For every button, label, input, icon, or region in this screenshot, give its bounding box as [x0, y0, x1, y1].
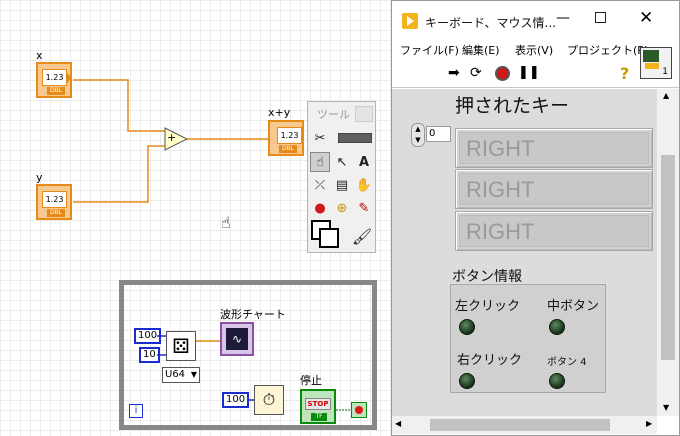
abort-icon[interactable] [495, 66, 510, 81]
scroll-down-icon[interactable]: ▼ [663, 403, 669, 412]
array-index-control[interactable]: ▲ ▼ 0 [411, 123, 453, 149]
wait-timer-icon[interactable]: ⏱ [254, 385, 284, 415]
stop-text: STOP [305, 398, 331, 410]
rep-type-value: U64 [165, 369, 186, 380]
vertical-scroll-thumb[interactable] [661, 155, 675, 360]
key-string-value: RIGHT [459, 173, 649, 205]
toolbar: ➡ ⟳ ❚❚ ? 1 [392, 47, 679, 88]
minimize-icon[interactable]: — [556, 10, 570, 26]
menu-view[interactable]: 表示(V) [515, 42, 553, 58]
random-dice-icon[interactable]: ⚄ [166, 331, 196, 361]
stop-type: TF [311, 413, 327, 421]
right-click-label: 右クリック [457, 353, 523, 368]
button4-label: ボタン 4 [547, 357, 587, 368]
key-string-2[interactable]: RIGHT [455, 211, 653, 251]
key-string-value: RIGHT [459, 215, 649, 247]
horizontal-scrollbar[interactable]: ◀ ▶ [392, 416, 657, 434]
menu-bar: ファイル(F) 編集(E) 表示(V) プロジェクト(P) [392, 39, 679, 61]
menu-file[interactable]: ファイル(F) [400, 42, 459, 58]
button-info-label: ボタン情報 [452, 269, 522, 285]
horizontal-scroll-thumb[interactable] [430, 419, 610, 431]
middle-button-led[interactable] [549, 319, 565, 335]
waveform-chart-terminal[interactable]: ∿ [220, 322, 254, 356]
block-diagram: x 1.23 DBL y 1.23 DBL + x+y 1.23 DBL ☝ ツ… [0, 0, 391, 436]
index-value[interactable]: 0 [426, 126, 451, 142]
run-arrow-icon[interactable]: ➡ [448, 65, 460, 81]
scroll-right-icon[interactable]: ▶ [646, 419, 652, 428]
left-click-label: 左クリック [455, 299, 521, 314]
vi-icon-number: 1 [662, 67, 668, 77]
help-icon[interactable]: ? [620, 64, 629, 83]
stop-label: 停止 [300, 374, 322, 387]
front-panel-window: キーボード、マウス情... — ✕ ファイル(F) 編集(E) 表示(V) プロ… [391, 0, 680, 436]
index-stepper[interactable]: ▲ ▼ [411, 123, 425, 147]
maximize-icon[interactable] [595, 12, 606, 23]
stop-button-terminal[interactable]: STOP TF [300, 389, 336, 424]
front-panel: 押されたキー ▲ ▼ 0 RIGHT RIGHT RIGHT ボタン情報 左クリッ… [392, 89, 657, 416]
middle-button-label: 中ボタン [547, 299, 600, 314]
pause-icon[interactable]: ❚❚ [518, 65, 540, 80]
scroll-up-icon[interactable]: ▲ [663, 91, 669, 100]
key-string-value: RIGHT [459, 132, 649, 164]
scroll-left-icon[interactable]: ◀ [395, 419, 401, 428]
button4-led[interactable] [549, 373, 565, 389]
labview-app-icon [402, 13, 418, 29]
chart-label: 波形チャート [220, 308, 286, 321]
chart-icon: ∿ [226, 328, 248, 350]
menu-project[interactable]: プロジェクト(P) [567, 42, 648, 58]
key-string-1[interactable]: RIGHT [455, 169, 653, 209]
run-continuously-icon[interactable]: ⟳ [470, 65, 482, 81]
vertical-scrollbar[interactable]: ▲ ▼ [657, 89, 679, 416]
left-click-led[interactable] [459, 319, 475, 335]
menu-edit[interactable]: 編集(E) [462, 42, 500, 58]
loop-condition-icon[interactable] [351, 402, 367, 418]
close-icon[interactable]: ✕ [639, 8, 653, 28]
const-wait[interactable]: 100 [222, 392, 250, 408]
vi-icon[interactable]: 1 [640, 47, 672, 79]
chevron-down-icon: ▼ [190, 370, 197, 379]
right-click-led[interactable] [459, 373, 475, 389]
window-title: キーボード、マウス情... [425, 16, 556, 30]
button-info-cluster: 左クリック 中ボタン 右クリック ボタン 4 [450, 284, 606, 393]
title-bar: キーボード、マウス情... — ✕ [392, 1, 679, 39]
iteration-terminal: i [129, 404, 143, 418]
key-string-0[interactable]: RIGHT [455, 128, 653, 168]
pressed-keys-label: 押されたキー [455, 95, 570, 117]
rep-type-select[interactable]: U64 ▼ [162, 367, 200, 383]
